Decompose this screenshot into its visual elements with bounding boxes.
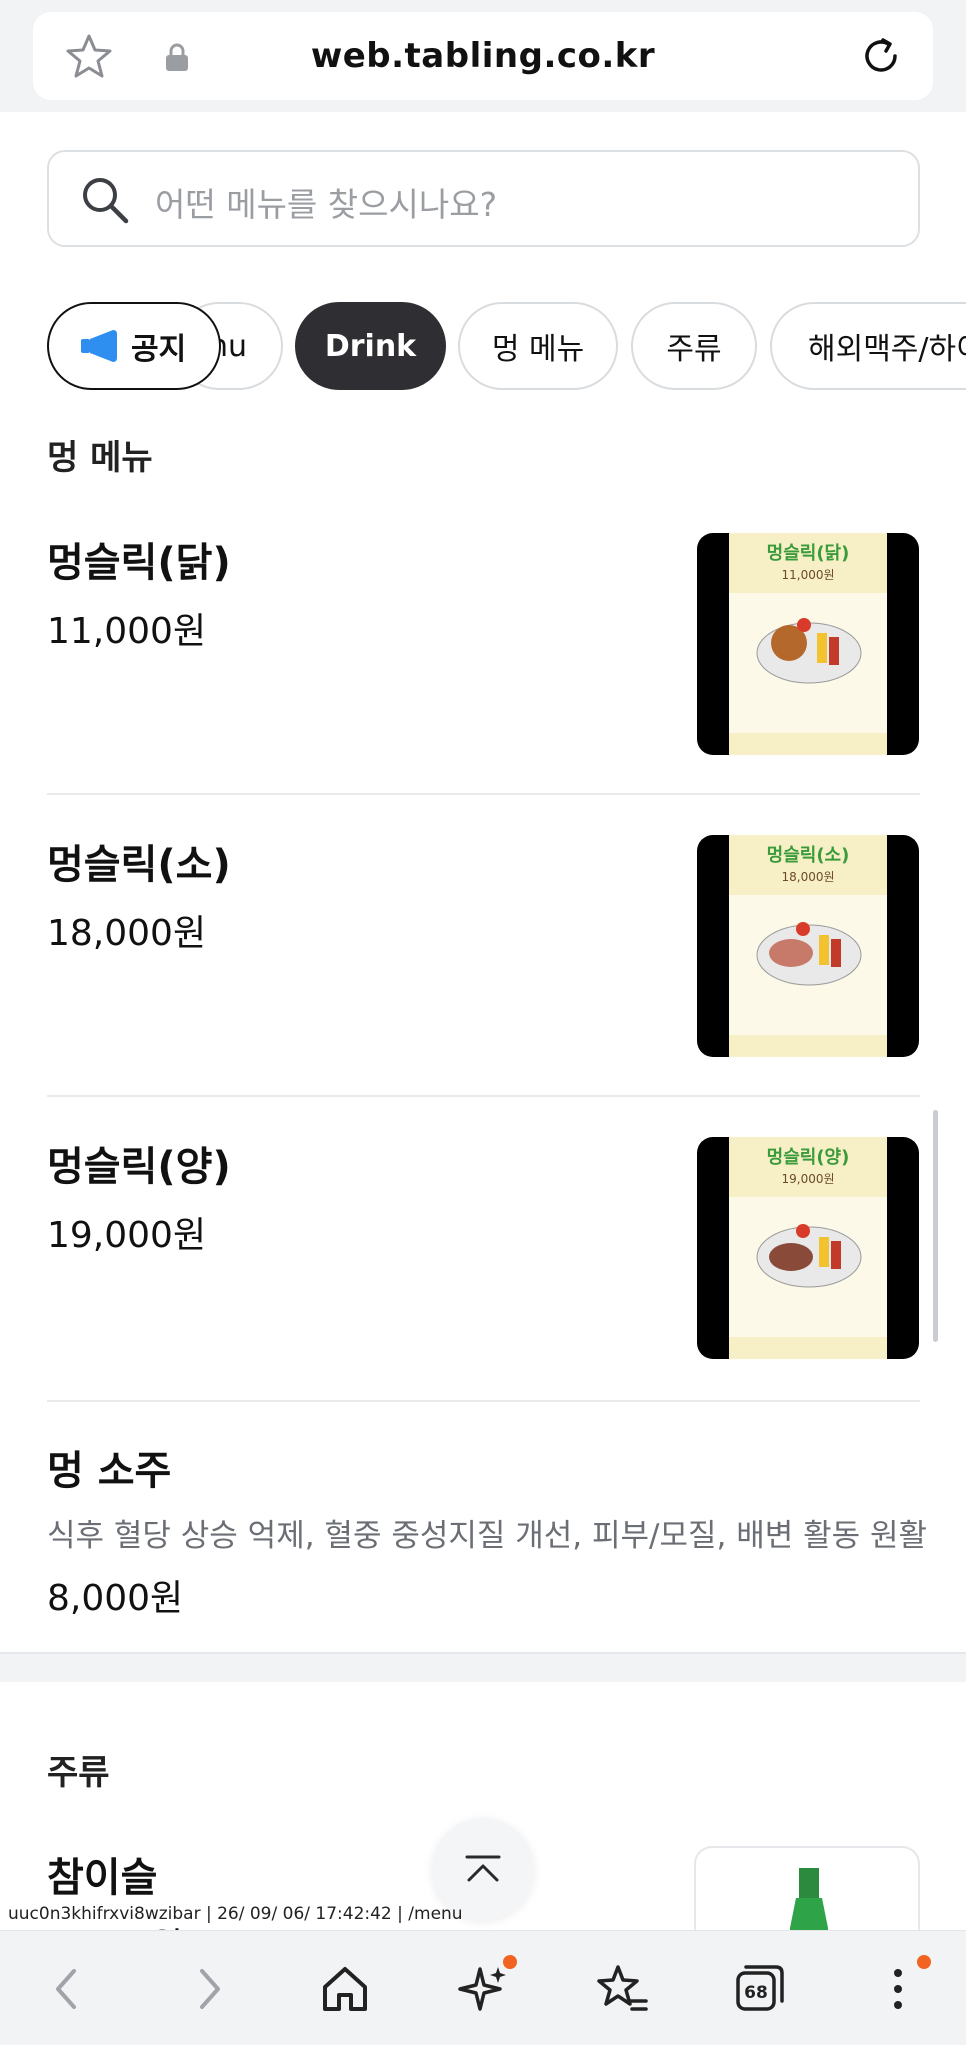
menu-item-image[interactable]: 멍슬릭(닭) 11,000원 (697, 533, 919, 755)
menu-item[interactable]: 멍 소주 식후 혈당 상승 억제, 혈중 중성지질 개선, 피부/모질, 배변 … (47, 1438, 928, 1621)
chip-drink[interactable]: Drink (295, 302, 446, 390)
notification-dot (503, 1955, 517, 1969)
notice-label: 공지 (131, 332, 187, 367)
section-separator (0, 1652, 966, 1682)
chip-alcohol[interactable]: 주류 (631, 302, 757, 390)
poster-illustration: 멍슬릭(양) 19,000원 (729, 1147, 887, 1337)
bookmarks-icon[interactable] (594, 1961, 650, 2017)
divider (47, 1400, 920, 1402)
svg-text:멍슬릭(양): 멍슬릭(양) (767, 1147, 850, 1168)
svg-text:멍슬릭(소): 멍슬릭(소) (767, 845, 850, 866)
reload-icon[interactable] (857, 32, 905, 80)
search-placeholder: 어떤 메뉴를 찾으시나요? (155, 185, 498, 224)
svg-text:18,000원: 18,000원 (781, 870, 834, 884)
divider (47, 1095, 920, 1097)
section-title-meong-menu: 멍 메뉴 (47, 438, 153, 478)
back-icon[interactable] (40, 1961, 96, 2017)
menu-item-description: 식후 혈당 상승 억제, 혈중 중성지질 개선, 피부/모질, 배변 활동 원활 (47, 1518, 928, 1554)
notice-button[interactable]: 공지 (47, 302, 221, 390)
tabs-icon[interactable]: 68 (732, 1961, 788, 2017)
menu-item-image[interactable]: 멍슬릭(양) 19,000원 (697, 1137, 919, 1359)
svg-text:멍슬릭(닭): 멍슬릭(닭) (767, 543, 850, 564)
svg-text:19,000원: 19,000원 (781, 1172, 834, 1186)
browser-top-bar: web.tabling.co.kr (0, 0, 966, 112)
tab-count: 68 (744, 1983, 768, 2003)
forward-icon[interactable] (180, 1961, 236, 2017)
divider (47, 793, 920, 795)
section-title-alcohol: 주류 (47, 1753, 110, 1793)
megaphone-icon (81, 330, 117, 362)
menu-item-name: 멍 소주 (47, 1448, 172, 1494)
chevron-up-icon (465, 1855, 501, 1882)
poster-illustration: 멍슬릭(닭) 11,000원 (729, 543, 887, 733)
chip-foreign-beer[interactable]: 해외맥주/하이 (770, 302, 966, 390)
notification-dot (917, 1955, 931, 1969)
menu-poster: 멍슬릭(양) 19,000원 (729, 1137, 887, 1359)
url-text[interactable]: web.tabling.co.kr (33, 36, 933, 76)
page-scrollbar[interactable] (933, 1110, 938, 1342)
menu-search-input[interactable]: 어떤 메뉴를 찾으시나요? (47, 150, 920, 247)
more-menu-icon[interactable] (870, 1961, 926, 2017)
poster-illustration: 멍슬릭(소) 18,000원 (729, 845, 887, 1035)
svg-text:11,000원: 11,000원 (781, 568, 834, 582)
menu-poster: 멍슬릭(닭) 11,000원 (729, 533, 887, 755)
browser-bottom-nav: 68 (0, 1930, 966, 2045)
address-bar[interactable]: web.tabling.co.kr (33, 12, 933, 100)
ai-sparkle-icon[interactable] (456, 1961, 512, 2017)
chip-meong-menu[interactable]: 멍 메뉴 (458, 302, 618, 390)
search-icon (83, 178, 129, 224)
home-icon[interactable] (317, 1961, 373, 2017)
debug-watermark: uuc0n3khifrxvi8wzibar | 26/ 09/ 06/ 17:4… (8, 1904, 463, 1924)
menu-item-image[interactable]: 멍슬릭(소) 18,000원 (697, 835, 919, 1057)
menu-item-price: 8,000원 (47, 1578, 184, 1619)
menu-poster: 멍슬릭(소) 18,000원 (729, 835, 887, 1057)
